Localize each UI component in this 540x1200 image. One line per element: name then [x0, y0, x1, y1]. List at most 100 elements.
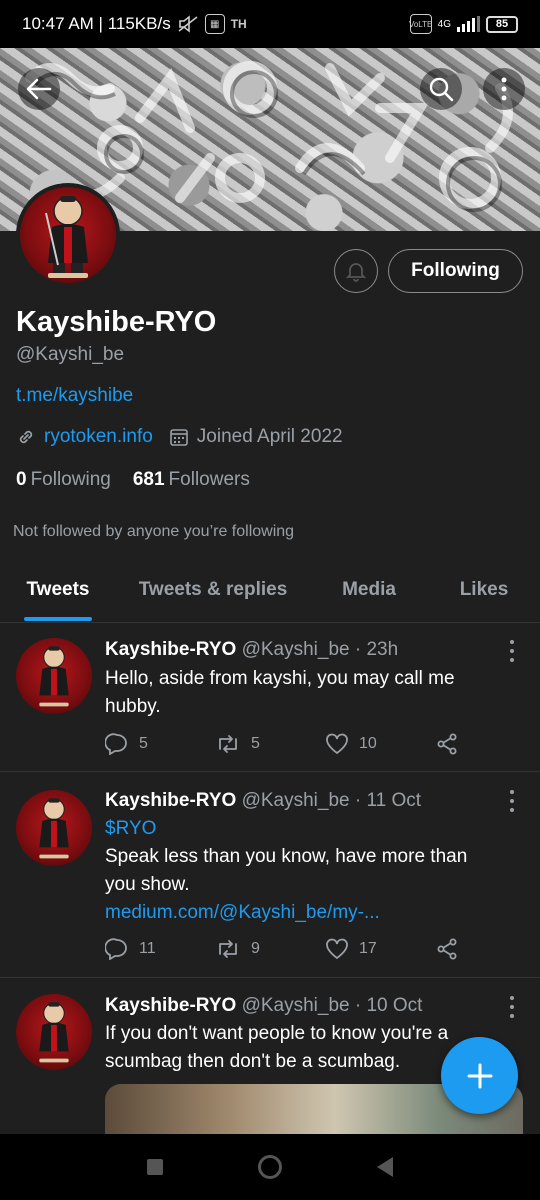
share-button[interactable]	[435, 938, 465, 960]
user-handle: @Kayshi_be	[16, 344, 125, 365]
link-icon	[19, 430, 33, 444]
reply-count: 11	[139, 940, 156, 957]
reply-icon	[105, 733, 127, 755]
cashtag-link[interactable]: $RYO	[105, 815, 505, 843]
tweet-header: Kayshibe-RYO @Kayshi_be · 23h	[105, 639, 398, 661]
home-button[interactable]	[257, 1155, 282, 1179]
tab-media[interactable]: Media	[338, 571, 400, 621]
following-count: 0	[16, 469, 27, 490]
retweet-count: 5	[251, 735, 260, 752]
tweet-url-link[interactable]: medium.com/@Kayshi_be/my-...	[105, 899, 505, 927]
retweet-icon	[219, 940, 237, 958]
signal-icon	[457, 16, 480, 32]
mute-icon	[178, 15, 198, 33]
tweet-more-button[interactable]	[504, 996, 520, 1018]
retweet-icon	[219, 735, 237, 753]
reply-count: 5	[139, 735, 148, 752]
tweet-line: you show.	[105, 874, 190, 895]
profile-avatar[interactable]	[16, 183, 120, 287]
status-time: 10:47 AM | 115KB/s	[22, 14, 171, 33]
share-button[interactable]	[435, 733, 465, 755]
profile-tabs: Tweets Tweets & replies Media Likes	[0, 571, 540, 621]
like-count: 17	[359, 940, 377, 957]
reply-icon	[105, 938, 127, 960]
website-link[interactable]: ryotoken.info	[44, 426, 153, 448]
bio-link[interactable]: t.me/kayshibe	[16, 385, 133, 407]
reply-button[interactable]: 5	[105, 733, 215, 755]
tweet-more-button[interactable]	[504, 790, 520, 812]
tweet-line: hubby.	[105, 696, 161, 717]
followers-count-link[interactable]: 681 Followers	[133, 469, 250, 491]
more-vertical-icon	[501, 77, 507, 101]
tweet-line: If you don't want people to know you're …	[105, 1023, 449, 1044]
system-nav-bar	[0, 1134, 540, 1200]
tabs-divider	[0, 622, 540, 623]
volte-icon: VoLTE	[409, 14, 432, 34]
reply-button[interactable]: 11	[105, 938, 215, 960]
like-button[interactable]: 10	[325, 733, 435, 755]
avatar-figure	[39, 798, 69, 859]
tab-likes[interactable]: Likes	[458, 571, 510, 621]
tweet-item[interactable]: Kayshibe-RYO @Kayshi_be · 11 Oct $RYO Sp…	[0, 772, 540, 978]
tweet-meta: @Kayshi_be · 23h	[241, 639, 399, 660]
like-button[interactable]: 17	[325, 938, 435, 960]
followers-label: Followers	[168, 469, 250, 490]
tweet-avatar[interactable]	[16, 638, 92, 714]
more-options-button[interactable]	[483, 68, 525, 110]
tweet-line: Hello, aside from kayshi, you may call m…	[105, 668, 455, 689]
arrow-left-icon	[26, 78, 52, 100]
plus-icon	[467, 1063, 492, 1088]
tweet-author[interactable]: Kayshibe-RYO	[105, 995, 236, 1016]
calendar-status-icon: ▦	[204, 14, 225, 34]
status-left: 10:47 AM | 115KB/s ▦ TH	[22, 14, 247, 34]
share-icon	[437, 733, 457, 755]
tweet-item[interactable]: Kayshibe-RYO @Kayshi_be · 23h Hello, asi…	[0, 624, 540, 772]
not-followed-note: Not followed by anyone you’re following	[13, 523, 295, 540]
bell-plus-icon	[345, 263, 367, 282]
profile-header: Following Kayshibe-RYO @Kayshi_be t.me/k…	[0, 183, 540, 624]
tweet-header: Kayshibe-RYO @Kayshi_be · 10 Oct	[105, 995, 422, 1017]
tweet-line: Speak less than you know, have more than	[105, 846, 468, 867]
battery-icon: 85	[486, 15, 518, 33]
network-type: 4G	[437, 18, 451, 30]
tab-tweets-replies[interactable]: Tweets & replies	[134, 571, 292, 621]
search-button[interactable]	[420, 68, 462, 110]
tweet-meta: @Kayshi_be · 10 Oct	[241, 995, 423, 1016]
tab-tweets[interactable]: Tweets	[24, 571, 92, 621]
tweet-author[interactable]: Kayshibe-RYO	[105, 639, 236, 660]
system-back-button[interactable]	[376, 1157, 393, 1177]
compose-tweet-button[interactable]	[441, 1037, 518, 1114]
tweet-meta: @Kayshi_be · 11 Oct	[241, 790, 422, 811]
follow-counts: 0 Following 681 Followers	[16, 469, 250, 491]
retweet-button[interactable]: 5	[215, 733, 325, 755]
tweet-avatar[interactable]	[16, 994, 92, 1070]
tweet-author[interactable]: Kayshibe-RYO	[105, 790, 236, 811]
carrier-tag: TH	[230, 17, 247, 31]
followers-count: 681	[132, 469, 165, 490]
following-button[interactable]: Following	[388, 249, 523, 293]
back-button[interactable]	[18, 68, 60, 110]
status-bar: 10:47 AM | 115KB/s ▦ TH VoLTE 4G 85	[0, 0, 540, 48]
heart-icon	[326, 938, 348, 960]
tweet-actions: 11 9 17	[105, 938, 465, 960]
status-right: VoLTE 4G 85	[409, 14, 518, 34]
notify-button[interactable]	[334, 249, 378, 293]
heart-icon	[326, 733, 348, 755]
like-count: 10	[359, 735, 377, 752]
tweet-more-button[interactable]	[504, 640, 520, 662]
calendar-icon	[169, 429, 188, 446]
tweet-header: Kayshibe-RYO @Kayshi_be · 11 Oct	[105, 790, 421, 812]
retweet-button[interactable]: 9	[215, 938, 325, 960]
avatar-figure	[39, 646, 69, 707]
search-icon	[429, 77, 454, 102]
avatar-figure	[45, 196, 88, 278]
tweet-avatar[interactable]	[16, 790, 92, 866]
tweet-text: $RYO Speak less than you know, have more…	[105, 815, 505, 927]
following-count-link[interactable]: 0 Following	[16, 469, 111, 491]
tweet-text: Hello, aside from kayshi, you may call m…	[105, 665, 505, 721]
share-icon	[437, 938, 457, 960]
recents-button[interactable]	[147, 1159, 164, 1175]
avatar-figure	[39, 1002, 69, 1063]
tweet-actions: 5 5 10	[105, 733, 465, 755]
joined-date: Joined April 2022	[196, 426, 343, 447]
